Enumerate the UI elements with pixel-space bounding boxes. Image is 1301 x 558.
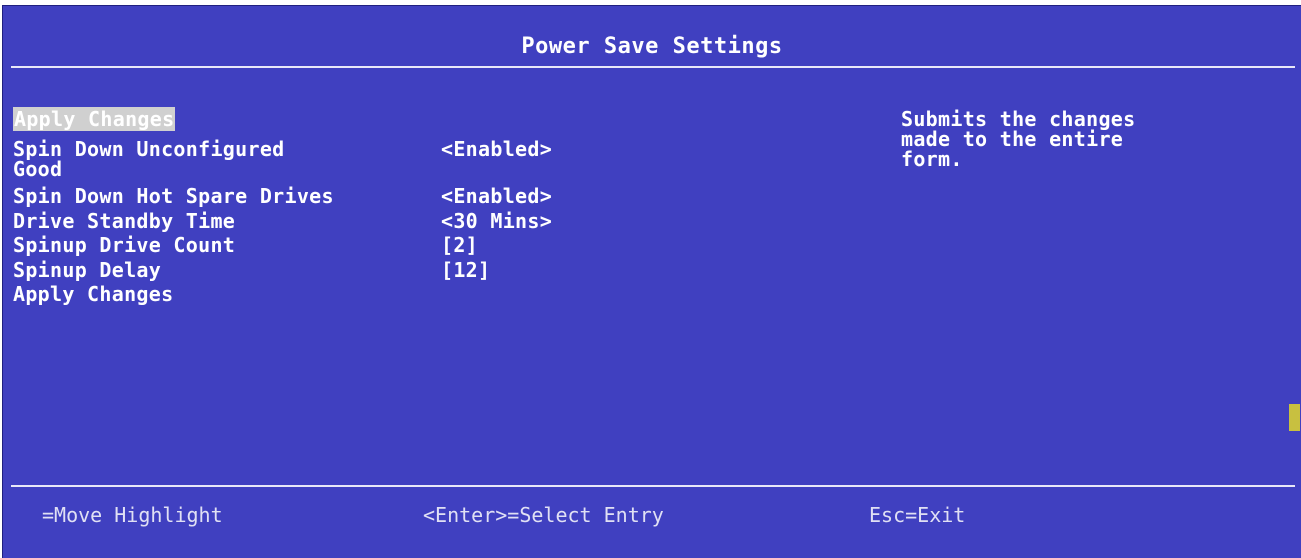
- settings-panel: Power Save Settings Apply Changes Spin D…: [2, 5, 1301, 558]
- menu-item-label: Spin Down Hot Spare Drives: [13, 184, 334, 208]
- menu-item-spin-down-unconfigured[interactable]: Spin Down Unconfigured Good: [13, 139, 285, 179]
- spin-down-unconfigured-value[interactable]: <Enabled>: [441, 139, 552, 159]
- footer-divider: [11, 485, 1295, 487]
- menu-item-spinup-drive-count[interactable]: Spinup Drive Count: [13, 235, 235, 255]
- menu-item-drive-standby-time[interactable]: Drive Standby Time: [13, 211, 235, 231]
- menu-item-apply-changes-top[interactable]: Apply Changes: [13, 107, 176, 131]
- header-divider: [11, 66, 1295, 68]
- menu-item-apply-changes-bottom[interactable]: Apply Changes: [13, 284, 173, 304]
- spin-down-hot-spare-value[interactable]: <Enabled>: [441, 186, 552, 206]
- menu-item-label: Drive Standby Time: [13, 209, 236, 233]
- menu-item-label: Spin Down Unconfigured: [13, 137, 285, 161]
- footer-select-entry-hint: <Enter>=Select Entry: [423, 503, 664, 527]
- scrollbar-thumb[interactable]: [1289, 404, 1300, 431]
- menu-item-spin-down-hot-spare[interactable]: Spin Down Hot Spare Drives: [13, 186, 334, 206]
- menu-item-label: Spinup Drive Count: [13, 233, 236, 257]
- spinup-delay-value[interactable]: [12]: [441, 260, 490, 280]
- menu-item-label-continued: Good: [13, 157, 63, 181]
- menu-item-label: Apply Changes: [13, 282, 174, 306]
- bios-screen: Power Save Settings Apply Changes Spin D…: [0, 0, 1301, 558]
- footer-move-highlight-hint: =Move Highlight: [42, 503, 223, 527]
- footer-exit-hint: Esc=Exit: [869, 503, 966, 527]
- page-title: Power Save Settings: [521, 34, 783, 59]
- menu-item-spinup-delay[interactable]: Spinup Delay: [13, 260, 161, 280]
- help-text: Submits the changes made to the entire f…: [901, 107, 1136, 171]
- menu-item-label: Apply Changes: [13, 107, 176, 131]
- spinup-drive-count-value[interactable]: [2]: [441, 235, 478, 255]
- menu-item-label: Spinup Delay: [13, 258, 162, 282]
- drive-standby-time-value[interactable]: <30 Mins>: [441, 211, 552, 231]
